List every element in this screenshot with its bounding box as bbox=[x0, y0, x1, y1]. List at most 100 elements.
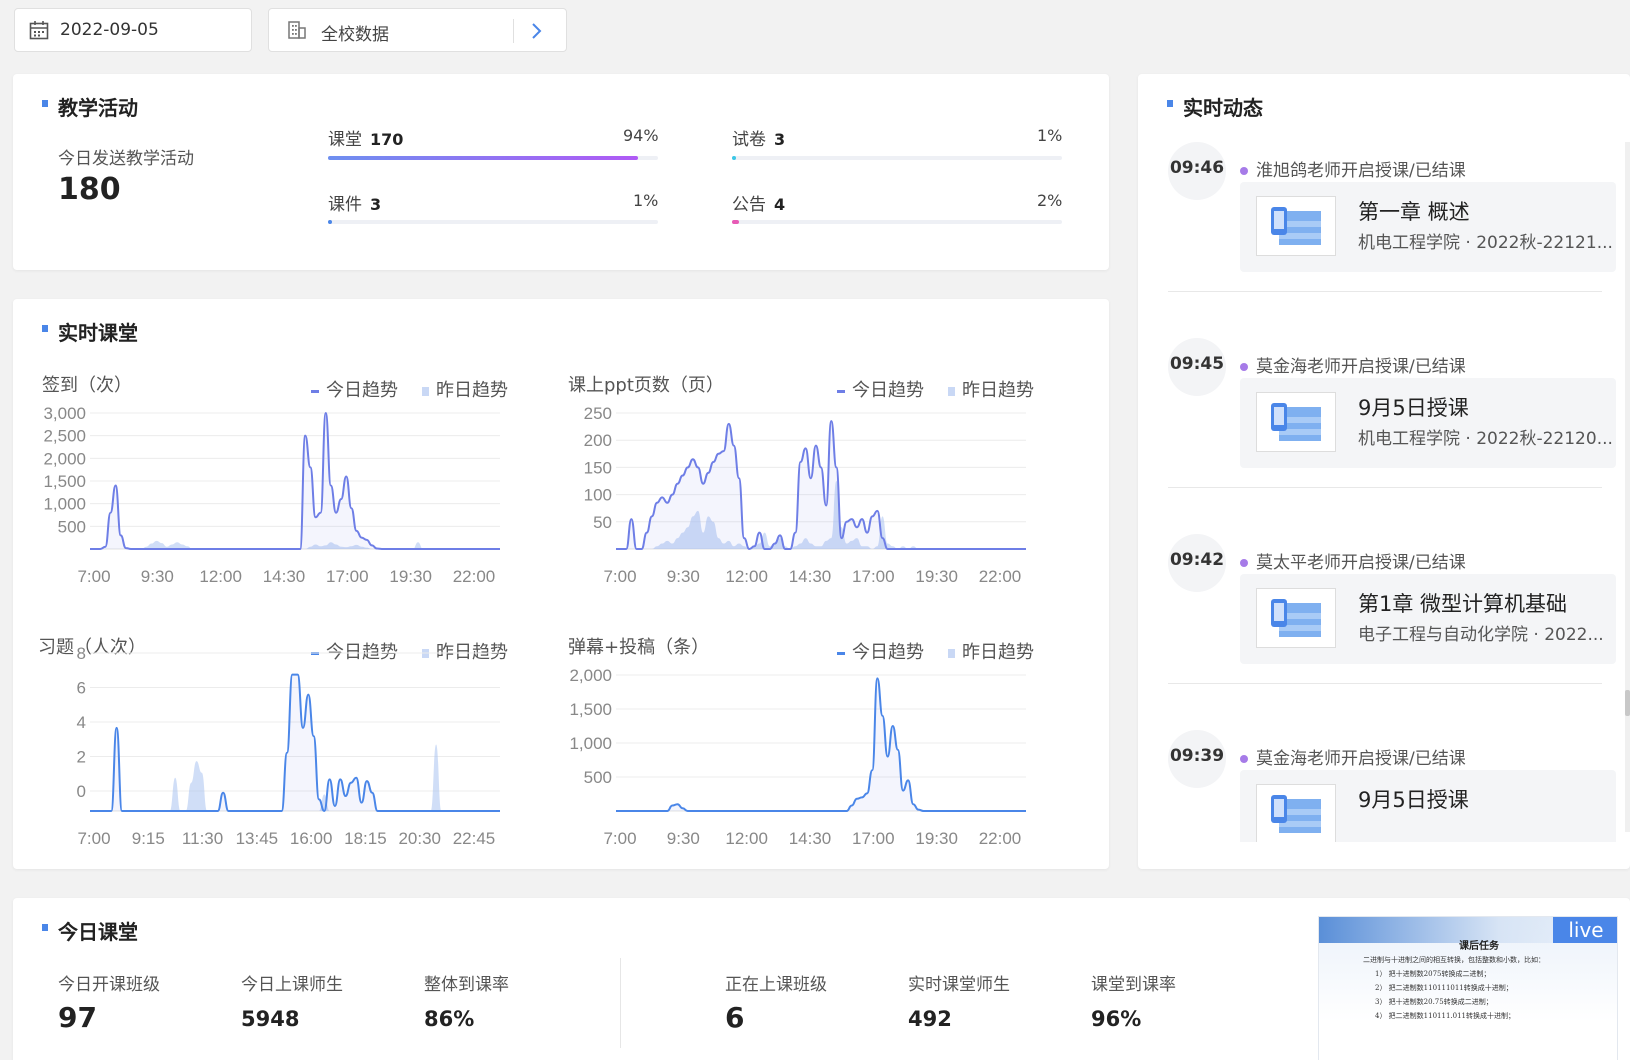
teaching-activity-card: 教学活动 今日发送教学活动 180 课堂 170 94% 试卷 3 1% 课件 3 1… bbox=[13, 74, 1109, 270]
y-tick-label: 4 bbox=[77, 713, 86, 732]
x-tick-label: 19:30 bbox=[389, 567, 432, 586]
activity-courseware: 课件 3 bbox=[328, 190, 381, 215]
activity-bar-fill bbox=[328, 156, 639, 160]
series-area-today bbox=[616, 678, 1026, 811]
date-value: 2022-09-05 bbox=[60, 20, 159, 40]
live-preview[interactable]: live 课后任务 二进制与十进制之间的相互转换，包括整数和小数，比如： 1） … bbox=[1318, 916, 1618, 1060]
series-line-today bbox=[616, 677, 1026, 812]
live-class-card: 实时课堂 签到（次） 今日趋势 昨日趋势 3,000 2,500 2,000 1,500… bbox=[13, 299, 1109, 869]
x-tick-label: 7:00 bbox=[77, 567, 110, 586]
legend-swatch bbox=[837, 651, 845, 655]
preview-line: 4） 把二进制数110111.011转换成十进制； bbox=[1375, 1012, 1515, 1020]
feed-list[interactable]: 09:46 淮旭鸽老师开启授课/已结课 第一章 概述 机电工程学院 · 2022… bbox=[1168, 142, 1618, 842]
kpi-ongoing-classes: 正在上课班级 6 bbox=[725, 970, 827, 1034]
section-title: 今日课堂 bbox=[42, 916, 138, 945]
chart-title: 签到（次） bbox=[42, 375, 132, 396]
chevron-right-icon[interactable] bbox=[527, 21, 545, 41]
y-tick-label: 200 bbox=[584, 431, 612, 450]
feed-scrollbar-thumb[interactable] bbox=[1625, 690, 1630, 716]
scope-value: 全校数据 bbox=[321, 25, 389, 45]
courseware-thumbnail bbox=[1256, 392, 1336, 452]
activity-bar bbox=[732, 220, 1062, 224]
preview-intro: 二进制与十进制之间的相互转换，包括整数和小数，比如： bbox=[1363, 956, 1545, 964]
courseware-thumbnail bbox=[1256, 588, 1336, 648]
lesson-title: 9月5日授课 bbox=[1358, 788, 1469, 812]
x-tick-label: 12:00 bbox=[725, 567, 768, 586]
legend-yesterday: 昨日趋势 bbox=[436, 380, 508, 401]
x-tick-label: 16:00 bbox=[290, 829, 333, 848]
activity-pct: 1% bbox=[1037, 126, 1063, 145]
chart-legend: 今日趋势 昨日趋势 bbox=[311, 376, 508, 402]
lesson-subtitle: 机电工程学院 · 2022秋-22121... bbox=[1358, 233, 1613, 253]
today-activity-label: 今日发送教学活动 bbox=[58, 149, 194, 169]
date-picker[interactable]: 2022-09-05 bbox=[14, 8, 252, 52]
kpi-label: 课堂到课率 bbox=[1091, 975, 1176, 995]
scope-selector[interactable]: 全校数据 bbox=[268, 8, 567, 52]
activity-bar-fill bbox=[732, 220, 739, 224]
kpi-today-teachers-students: 今日上课师生 5948 bbox=[241, 970, 343, 1031]
y-tick-label: 100 bbox=[584, 486, 612, 505]
x-tick-label: 18:15 bbox=[344, 829, 387, 848]
feed-text-label: 莫金海老师开启授课/已结课 bbox=[1256, 749, 1466, 769]
divider bbox=[513, 19, 514, 43]
chart-title: 弹幕+投稿（条） bbox=[568, 637, 710, 658]
section-title: 实时动态 bbox=[1167, 92, 1263, 121]
x-tick-label: 12:00 bbox=[725, 829, 768, 848]
activity-bar bbox=[328, 220, 658, 224]
slides-icon bbox=[1271, 599, 1321, 637]
lesson-title: 第1章 微型计算机基础 bbox=[1358, 592, 1568, 616]
x-tick-label: 9:30 bbox=[667, 567, 700, 586]
feed-scrollbar-track[interactable] bbox=[1625, 142, 1630, 832]
y-tick-label: 250 bbox=[584, 404, 612, 423]
realtime-feed-card: 实时动态 09:46 淮旭鸽老师开启授课/已结课 第一章 概述 机电工程学院 ·… bbox=[1138, 74, 1630, 869]
x-tick-label: 14:30 bbox=[263, 567, 306, 586]
lesson-title: 第一章 概述 bbox=[1358, 200, 1470, 224]
chart-title: 课上ppt页数（页） bbox=[568, 375, 724, 396]
section-title: 实时课堂 bbox=[42, 317, 138, 346]
legend-swatch bbox=[948, 648, 955, 658]
x-tick-label: 9:30 bbox=[667, 829, 700, 848]
slides-icon bbox=[1271, 403, 1321, 441]
legend-swatch bbox=[837, 389, 845, 393]
lesson-title: 9月5日授课 bbox=[1358, 396, 1469, 420]
y-tick-label: 2 bbox=[77, 748, 86, 767]
time-badge: 09:46 bbox=[1168, 142, 1226, 200]
x-tick-label: 20:30 bbox=[398, 829, 441, 848]
x-tick-label: 9:30 bbox=[141, 567, 174, 586]
y-tick-label: 2,500 bbox=[43, 427, 86, 446]
kpi-value: 5948 bbox=[241, 1007, 300, 1031]
legend-today: 今日趋势 bbox=[326, 380, 398, 401]
y-tick-label: 6 bbox=[77, 679, 86, 698]
lesson-card[interactable]: 第一章 概述 机电工程学院 · 2022秋-22121... bbox=[1240, 182, 1616, 272]
chart-legend: 今日趋势 昨日趋势 bbox=[837, 376, 1034, 402]
kpi-label: 整体到课率 bbox=[424, 975, 509, 995]
y-tick-label: 8 bbox=[77, 647, 86, 663]
activity-bar bbox=[732, 156, 1062, 160]
x-tick-label: 22:00 bbox=[979, 567, 1022, 586]
x-tick-label: 22:00 bbox=[979, 829, 1022, 848]
today-class-card: 今日课堂 今日开课班级 97 今日上课师生 5948 整体到课率 86% 正在上课班级… bbox=[13, 898, 1630, 1060]
x-tick-label: 22:00 bbox=[453, 567, 496, 586]
x-tick-label: 17:00 bbox=[326, 567, 369, 586]
activity-name: 试卷 bbox=[732, 130, 766, 150]
y-tick-label: 500 bbox=[584, 768, 612, 787]
activity-pct: 2% bbox=[1037, 191, 1063, 210]
preview-line: 3） 把十进制数20.75转换成二进制； bbox=[1375, 998, 1493, 1006]
activity-name: 课件 bbox=[328, 195, 362, 215]
kpi-value: 96% bbox=[1091, 1007, 1142, 1031]
series-area-yesterday bbox=[90, 540, 500, 549]
x-tick-label: 7:00 bbox=[603, 829, 636, 848]
x-tick-label: 11:30 bbox=[182, 829, 223, 848]
y-tick-label: 50 bbox=[593, 513, 612, 532]
lesson-card[interactable]: 9月5日授课 bbox=[1240, 770, 1616, 842]
activity-bar-fill bbox=[732, 156, 736, 160]
time-badge: 09:39 bbox=[1168, 730, 1226, 788]
status-dot bbox=[1240, 363, 1248, 371]
chart-plot: 3,000 2,500 2,000 1,500 1,000 500 7:00 9:30 12:0… bbox=[43, 404, 500, 586]
lesson-card[interactable]: 第1章 微型计算机基础 电子工程与自动化学院 · 2022... bbox=[1240, 574, 1616, 664]
x-tick-label: 19:30 bbox=[915, 829, 958, 848]
lesson-card[interactable]: 9月5日授课 机电工程学院 · 2022秋-22120... bbox=[1240, 378, 1616, 468]
legend-yesterday: 昨日趋势 bbox=[962, 642, 1034, 663]
x-tick-label: 14:30 bbox=[789, 829, 832, 848]
activity-count: 3 bbox=[774, 130, 786, 149]
